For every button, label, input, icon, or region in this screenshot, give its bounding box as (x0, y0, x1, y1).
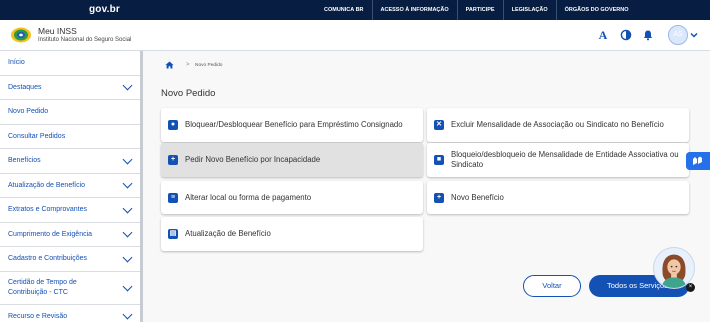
service-card-bloqueio-mensalidade[interactable]: ■ Bloqueio/desbloqueio de Mensalidade de… (427, 143, 689, 177)
app-header: Meu INSS Instituto Nacional do Seguro So… (0, 20, 710, 51)
sidebar-item-label: Atualização de Benefício (8, 181, 86, 189)
service-card-label: Pedir Novo Benefício por Incapacidade (185, 155, 321, 164)
sidebar-item-label: Início (8, 59, 25, 67)
lock-person-icon: ● (168, 120, 178, 130)
user-menu[interactable]: AS (668, 25, 698, 45)
sidebar-item-consultar-pedidos[interactable]: Consultar Pedidos (0, 125, 140, 149)
back-button[interactable]: Voltar (523, 275, 581, 297)
close-assistant-icon[interactable]: × (686, 283, 695, 292)
govbr-logo[interactable]: gov.br (89, 4, 120, 15)
sidebar-item-destaques[interactable]: Destaques (0, 76, 140, 100)
avatar[interactable]: AS (668, 25, 688, 45)
govbr-link-legislacao[interactable]: LEGISLAÇÃO (502, 0, 556, 20)
page-title: Novo Pedido (161, 88, 216, 99)
sidebar-item-exigencia[interactable]: Cumprimento de Exigência (0, 223, 140, 247)
font-size-icon[interactable]: A (597, 29, 609, 41)
chevron-down-icon[interactable] (122, 252, 133, 263)
sidebar-item-beneficios[interactable]: Benefícios (0, 149, 140, 174)
sidebar-item-inicio[interactable]: Início (0, 51, 140, 76)
breadcrumb: Novo Pedido (195, 63, 223, 68)
close-box-icon: ✕ (434, 120, 444, 130)
sidebar-item-atualizacao-beneficio[interactable]: Atualização de Benefício (0, 174, 140, 198)
sidebar-item-label: Benefícios (8, 157, 41, 165)
accessibility-hands-icon[interactable] (686, 152, 710, 170)
service-card-excluir-mensalidade[interactable]: ✕ Excluir Mensalidade de Associação ou S… (427, 108, 689, 142)
service-card-label: Atualização de Benefício (185, 229, 271, 238)
service-card-bloquear-consignado[interactable]: ● Bloquear/Desbloquear Benefício para Em… (161, 108, 423, 142)
sidebar-item-label: Extratos e Comprovantes (8, 206, 87, 214)
sidebar-item-label: Certidão de Tempo de Contribuição - CTC (8, 278, 77, 296)
govbr-link-participe[interactable]: PARTICIPE (456, 0, 503, 20)
service-card-label: Bloquear/Desbloquear Benefício para Empr… (185, 120, 403, 129)
govbr-link-acesso[interactable]: ACESSO À INFORMAÇÃO (371, 0, 457, 20)
chevron-down-icon[interactable] (122, 80, 133, 91)
chevron-down-icon[interactable] (122, 203, 133, 214)
sidebar-item-label: Novo Pedido (8, 108, 49, 116)
sidebar-item-ctc[interactable]: Certidão de Tempo de Contribuição - CTC (0, 272, 140, 305)
service-card-alterar-pagamento[interactable]: ≡ Alterar local ou forma de pagamento (161, 181, 423, 214)
service-card-atualizacao-beneficio[interactable]: ▤ Atualização de Benefício (161, 217, 423, 251)
app-subtitle: Instituto Nacional do Seguro Social (38, 37, 132, 43)
service-card-label: Novo Benefício (451, 192, 504, 202)
sidebar-item-cadastro[interactable]: Cadastro e Contribuições (0, 247, 140, 272)
inss-logo-icon[interactable] (10, 26, 32, 44)
chevron-down-icon[interactable] (122, 154, 133, 165)
service-card-novo-beneficio[interactable]: + Novo Benefício (427, 181, 689, 214)
sidebar-item-label: Cadastro e Contribuições (8, 255, 87, 263)
chevron-down-icon[interactable] (122, 309, 133, 320)
sidebar-item-label: Recurso e Revisão (8, 312, 68, 320)
chevron-down-icon[interactable] (122, 227, 133, 238)
contrast-icon[interactable] (620, 29, 632, 41)
sidebar-item-label: Cumprimento de Exigência (8, 230, 93, 238)
payment-card-icon: ≡ (168, 192, 178, 203)
service-card-label: Excluir Mensalidade de Associação ou Sin… (451, 120, 664, 129)
govbr-link-comunica[interactable]: COMUNICA BR (316, 0, 372, 20)
chevron-down-icon[interactable] (690, 31, 698, 39)
home-icon[interactable] (165, 61, 174, 69)
service-card-label: Bloqueio/desbloqueio de Mensalidade de E… (451, 150, 679, 169)
govbr-links: COMUNICA BR ACESSO À INFORMAÇÃO PARTICIP… (316, 0, 637, 20)
sidebar-item-recurso[interactable]: Recurso e Revisão (0, 305, 140, 322)
service-card-beneficio-incapacidade[interactable]: + Pedir Novo Benefício por Incapacidade (161, 143, 423, 177)
sidebar: Início Destaques Novo Pedido Consultar P… (0, 51, 140, 322)
bell-icon[interactable] (642, 29, 654, 41)
govbr-topbar: gov.br COMUNICA BR ACESSO À INFORMAÇÃO P… (0, 0, 710, 20)
sidebar-item-extratos[interactable]: Extratos e Comprovantes (0, 198, 140, 223)
govbr-link-orgaos[interactable]: ÓRGÃOS DO GOVERNO (555, 0, 637, 20)
breadcrumb-separator: > (186, 62, 190, 68)
chevron-down-icon[interactable] (122, 178, 133, 189)
app-title: Meu INSS (38, 26, 77, 36)
plus-icon: + (434, 192, 444, 203)
chevron-down-icon[interactable] (122, 281, 133, 291)
sidebar-item-label: Consultar Pedidos (8, 132, 66, 140)
medical-bag-icon: + (168, 155, 178, 165)
padlock-icon: ■ (434, 155, 444, 165)
sidebar-item-novo-pedido[interactable]: Novo Pedido (0, 100, 140, 125)
service-card-label: Alterar local ou forma de pagamento (185, 192, 312, 202)
sidebar-item-label: Destaques (8, 83, 42, 91)
id-card-icon: ▤ (168, 229, 178, 239)
